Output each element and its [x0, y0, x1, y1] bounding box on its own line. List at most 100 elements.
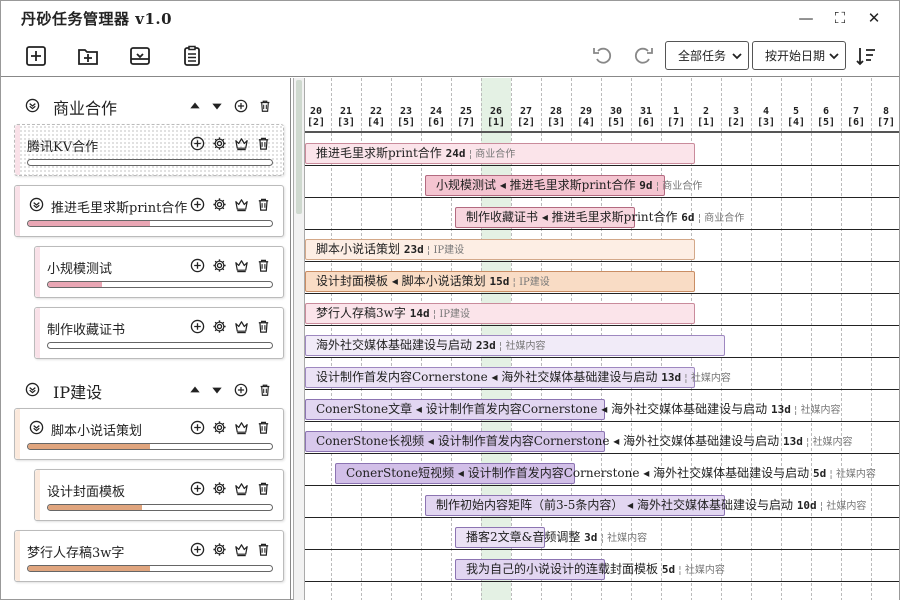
move-up-button[interactable]	[187, 98, 202, 113]
priority-button[interactable]	[233, 480, 249, 496]
bar-separator: ¦	[423, 245, 434, 256]
task-progress-bar	[27, 443, 273, 450]
gantt-bar[interactable]: 梦行人存稿3w字 14d ¦ IP建设	[305, 303, 695, 324]
delete-task-button[interactable]	[255, 135, 271, 151]
undo-button[interactable]	[588, 41, 618, 71]
task-card[interactable]: 推进毛里求斯print合作	[14, 185, 284, 237]
clipboard-icon	[184, 45, 200, 66]
priority-button[interactable]	[233, 196, 249, 212]
clipboard-button[interactable]	[177, 41, 207, 71]
task-card[interactable]: 小规模测试	[34, 246, 284, 298]
move-down-button[interactable]	[209, 98, 224, 113]
card-accent-bar	[35, 470, 40, 520]
row-divider	[305, 325, 899, 326]
bar-duration: 9d	[639, 179, 653, 192]
add-task-button[interactable]	[21, 41, 51, 71]
crown-icon	[234, 258, 249, 273]
add-subtask-button[interactable]	[189, 480, 205, 496]
gantt-bar[interactable]: 推进毛里求斯print合作 24d ¦ 商业合作	[305, 143, 695, 164]
add-subtask-button[interactable]	[189, 318, 205, 334]
add-subtask-button[interactable]	[233, 98, 248, 113]
task-card[interactable]: 梦行人存稿3w字	[14, 530, 284, 582]
settings-button[interactable]	[211, 135, 227, 151]
trash-icon	[256, 197, 271, 212]
delete-task-button[interactable]	[255, 480, 271, 496]
sort-order-button[interactable]	[851, 41, 881, 71]
date-label: 22 [4]	[361, 106, 391, 128]
bar-duration: 5d	[661, 563, 676, 576]
gantt-bar[interactable]: 小规模测试 ◂ 推进毛里求斯print合作 9d ¦ 商业合作	[425, 175, 702, 196]
gear-icon	[212, 420, 227, 435]
settings-button[interactable]	[211, 257, 227, 273]
date-day: 23	[399, 106, 413, 117]
close-button[interactable]: ✕	[857, 5, 891, 31]
add-subtask-button[interactable]	[189, 419, 205, 435]
task-card[interactable]: 腾讯KV合作	[14, 124, 284, 176]
priority-button[interactable]	[233, 541, 249, 557]
group-header[interactable]: IP建设	[1, 374, 290, 404]
settings-button[interactable]	[211, 480, 227, 496]
add-subtask-button[interactable]	[189, 196, 205, 212]
delete-task-button[interactable]	[255, 196, 271, 212]
move-up-button[interactable]	[187, 382, 202, 397]
date-day: 26	[489, 106, 503, 117]
bar-label: ConerStone长视频 ◂ 设计制作首发内容Cornerstone ◂ 海外…	[316, 434, 780, 448]
gantt-bar[interactable]: ConerStone长视频 ◂ 设计制作首发内容Cornerstone ◂ 海外…	[305, 431, 853, 452]
date-weekday: [6]	[636, 117, 656, 128]
date-label: 21 [3]	[331, 106, 361, 128]
gantt-bar[interactable]: ConerStone文章 ◂ 设计制作首发内容Cornerstone ◂ 海外社…	[305, 399, 841, 420]
undo-icon	[593, 47, 612, 64]
gantt-bar[interactable]: 制作收藏证书 ◂ 推进毛里求斯print合作 6d ¦ 商业合作	[455, 207, 744, 228]
archive-button[interactable]	[125, 41, 155, 71]
gantt-bar[interactable]: 设计封面模板 ◂ 脚本小说话策划 15d ¦ IP建设	[305, 271, 695, 292]
add-subtask-button[interactable]	[233, 382, 248, 397]
settings-button[interactable]	[211, 318, 227, 334]
delete-task-button[interactable]	[255, 541, 271, 557]
settings-button[interactable]	[211, 419, 227, 435]
delete-task-button[interactable]	[255, 318, 271, 334]
delete-task-button[interactable]	[255, 257, 271, 273]
date-label: 5 [4]	[781, 106, 811, 128]
date-label: 28 [3]	[541, 106, 571, 128]
crown-icon	[234, 319, 249, 334]
gantt-bar[interactable]: 播客2文章&音频调整 3d ¦ 社媒内容	[455, 527, 647, 548]
gantt-bar[interactable]: 设计制作首发内容Cornerstone ◂ 海外社交媒体基础建设与启动 13d …	[305, 367, 731, 388]
add-subtask-button[interactable]	[189, 135, 205, 151]
add-group-button[interactable]	[73, 41, 103, 71]
task-card[interactable]: 设计封面模板	[34, 469, 284, 521]
add-subtask-button[interactable]	[189, 257, 205, 273]
redo-button[interactable]	[628, 41, 658, 71]
delete-group-button[interactable]	[257, 382, 272, 397]
scrollbar-thumb[interactable]	[296, 80, 302, 214]
delete-group-button[interactable]	[257, 98, 272, 113]
minimize-button[interactable]: —	[789, 5, 823, 31]
task-card[interactable]: 制作收藏证书	[34, 307, 284, 359]
expand-circle-icon[interactable]	[29, 197, 44, 212]
priority-button[interactable]	[233, 318, 249, 334]
gantt-bar[interactable]: 我为自己的小说设计的连载封面模板 5d ¦ 社媒内容	[455, 559, 725, 580]
gantt-bar[interactable]: ConerStone短视频 ◂ 设计制作首发内容Cornerstone ◂ 海外…	[335, 463, 876, 484]
settings-button[interactable]	[211, 196, 227, 212]
date-day: 3	[732, 106, 740, 117]
group-header[interactable]: 商业合作	[1, 90, 290, 120]
priority-button[interactable]	[233, 419, 249, 435]
expand-circle-icon[interactable]	[29, 420, 44, 435]
date-day: 6	[822, 106, 830, 117]
gantt-bar[interactable]: 制作初始内容矩阵（前3-5条内容） ◂ 海外社交媒体基础建设与启动 10d ¦ …	[425, 495, 866, 516]
task-card[interactable]: 脚本小说话策划	[14, 408, 284, 460]
task-list-scrollbar[interactable]	[293, 78, 305, 600]
gantt-bar[interactable]: 脚本小说话策划 23d ¦ IP建设	[305, 239, 695, 260]
priority-button[interactable]	[233, 135, 249, 151]
settings-button[interactable]	[211, 541, 227, 557]
sort-select[interactable]: 按开始日期	[752, 41, 846, 70]
priority-button[interactable]	[233, 257, 249, 273]
triangle-up-icon	[188, 99, 202, 113]
date-day: 21	[339, 106, 353, 117]
move-down-button[interactable]	[209, 382, 224, 397]
gantt-bar[interactable]: 海外社交媒体基础建设与启动 23d ¦ 社媒内容	[305, 335, 725, 356]
delete-task-button[interactable]	[255, 419, 271, 435]
maximize-button[interactable]: ⛶	[823, 5, 857, 31]
add-subtask-button[interactable]	[189, 541, 205, 557]
task-filter-select[interactable]: 全部任务	[665, 41, 749, 70]
task-progress-bar	[47, 504, 273, 511]
